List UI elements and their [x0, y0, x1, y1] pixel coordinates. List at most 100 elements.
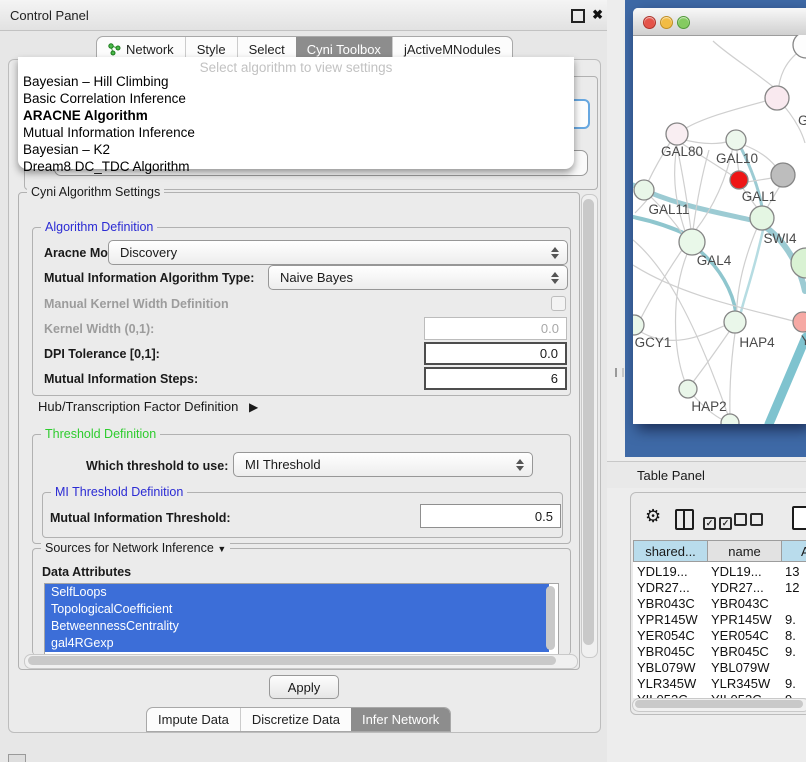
algorithm-definition-title: Algorithm Definition — [41, 220, 157, 234]
mi-steps-label: Mutual Information Steps: — [44, 372, 198, 386]
table-row[interactable]: YPR145W YPR145W 9. — [633, 612, 806, 628]
minimize-traffic-icon[interactable] — [660, 16, 673, 29]
mi-threshold-label: Mutual Information Threshold: — [50, 511, 231, 525]
close-traffic-icon[interactable] — [643, 16, 656, 29]
cell-name: YBR045C — [711, 644, 769, 659]
network-canvas[interactable]: GAL GAL80 GAL10 GAL1 GAL11 SWI4 GAL4 GCY… — [633, 35, 806, 424]
column-header-shared[interactable]: shared... — [633, 540, 708, 562]
network-window-titlebar[interactable] — [633, 8, 806, 36]
list-item[interactable]: BetweennessCentrality — [45, 618, 549, 635]
list-item[interactable]: gal4RGexp — [45, 635, 549, 652]
table-row[interactable]: YER054C YER054C 8. — [633, 628, 806, 644]
aracne-mode-value: Discovery — [120, 245, 177, 260]
node-label: GAL — [798, 113, 806, 128]
bottom-tabbar: Impute Data Discretize Data Infer Networ… — [146, 707, 451, 732]
node-gcy1[interactable] — [633, 315, 644, 335]
kernel-width-input: 0.0 — [424, 317, 567, 340]
tab-style-label: Style — [197, 42, 226, 57]
cell-name: YDL19... — [711, 564, 762, 579]
apply-button[interactable]: Apply — [269, 675, 339, 699]
deselect-all-columns-icon[interactable] — [734, 513, 766, 531]
column-header-third[interactable]: A — [781, 540, 806, 562]
cell-name: YPR145W — [711, 612, 772, 627]
node-gal11[interactable] — [634, 180, 654, 200]
chevron-down-icon: ▼ — [217, 544, 226, 554]
node-gal1[interactable] — [750, 206, 774, 230]
node-hap2[interactable] — [679, 380, 697, 398]
node-gal80[interactable] — [666, 123, 688, 145]
settings-hscrollbar-track[interactable] — [24, 654, 578, 669]
hub-definition-toggle[interactable]: Hub/Transcription Factor Definition ▶ — [38, 399, 258, 414]
tab-impute-data[interactable]: Impute Data — [147, 708, 240, 731]
which-threshold-label: Which threshold to use: — [86, 459, 228, 473]
tab-infer-network-label: Infer Network — [362, 712, 439, 727]
node-swi4[interactable] — [791, 248, 806, 278]
close-icon[interactable]: ✖ — [592, 7, 603, 23]
settings-vscrollbar-track[interactable] — [581, 194, 598, 658]
settings-vscrollbar-thumb[interactable] — [583, 199, 594, 645]
column-header-shared-label: shared... — [645, 544, 696, 559]
hub-definition-label: Hub/Transcription Factor Definition — [38, 399, 238, 414]
table-row[interactable]: YDR27... YDR27... 12 — [633, 580, 806, 596]
table-row[interactable]: YDL19... YDL19... 13 — [633, 564, 806, 580]
tab-infer-network[interactable]: Infer Network — [351, 708, 450, 731]
dropdown-item[interactable]: Mutual Information Inference — [23, 125, 195, 140]
select-all-columns-icon[interactable]: ✓✓ — [703, 513, 735, 531]
zoom-traffic-icon[interactable] — [677, 16, 690, 29]
column-view-icon[interactable] — [675, 509, 694, 530]
settings-hscrollbar-thumb[interactable] — [28, 656, 556, 665]
node-gal4[interactable] — [679, 229, 705, 255]
node-label: HAP4 — [739, 335, 775, 350]
mi-steps-input[interactable]: 6 — [424, 367, 567, 390]
dropdown-item[interactable]: Bayesian – K2 — [23, 142, 110, 157]
screen: Control Panel ✖ Network Style Select Cyn… — [0, 0, 806, 762]
node-red-selected[interactable] — [730, 171, 748, 189]
gear-icon[interactable]: ⚙ — [645, 506, 661, 527]
dropdown-item[interactable]: Basic Correlation Inference — [23, 91, 186, 106]
float-window-icon[interactable] — [571, 9, 585, 23]
sources-title[interactable]: Sources for Network Inference ▼ — [41, 541, 230, 555]
node-hap4[interactable] — [724, 311, 746, 333]
network-labels: GAL GAL80 GAL10 GAL1 GAL11 SWI4 GAL4 GCY… — [635, 113, 806, 414]
node-gray[interactable] — [771, 163, 795, 187]
stepper-icon — [551, 272, 559, 284]
aracne-mode-select[interactable]: Discovery — [108, 240, 568, 265]
node[interactable] — [721, 414, 739, 424]
node-gal10[interactable] — [726, 130, 746, 150]
cell-name: YBL079W — [711, 660, 770, 675]
list-scrollbar[interactable] — [546, 586, 555, 650]
table-row[interactable]: YBL079W YBL079W — [633, 660, 806, 676]
table-row[interactable]: YBR045C YBR045C 9. — [633, 644, 806, 660]
table-hscrollbar-thumb[interactable] — [635, 700, 803, 708]
list-item[interactable]: TopologicalCoefficient — [45, 601, 549, 618]
dropdown-item-selected[interactable]: ARACNE Algorithm — [23, 108, 148, 123]
list-item[interactable]: SelfLoops — [45, 584, 549, 601]
mi-threshold-input[interactable]: 0.5 — [420, 504, 561, 528]
panel-splitter-handle[interactable] — [615, 368, 624, 377]
mi-type-select[interactable]: Naive Bayes — [268, 265, 568, 290]
dropdown-item[interactable]: Dream8 DC_TDC Algorithm — [23, 159, 190, 174]
column-header-name[interactable]: name — [707, 540, 782, 562]
network-nodes[interactable] — [633, 35, 806, 424]
dock-panel-icon[interactable] — [8, 754, 26, 762]
cell-shared: YBR045C — [637, 644, 695, 659]
node-y-clipped[interactable] — [793, 312, 806, 332]
cell-value: 12 — [785, 580, 799, 595]
chevron-right-icon: ▶ — [249, 400, 258, 414]
manual-kernel-checkbox[interactable] — [551, 296, 566, 311]
dropdown-item[interactable]: Bayesian – Hill Climbing — [23, 74, 169, 89]
document-icon[interactable] — [792, 506, 806, 530]
mi-type-value: Naive Bayes — [280, 270, 353, 285]
dpi-tolerance-input[interactable]: 0.0 — [424, 342, 567, 365]
which-threshold-select[interactable]: MI Threshold — [233, 452, 533, 477]
table-row[interactable]: YLR345W YLR345W 9. — [633, 676, 806, 692]
cell-shared: YDR27... — [637, 580, 690, 595]
cell-name: YLR345W — [711, 676, 770, 691]
tab-discretize-data[interactable]: Discretize Data — [240, 708, 351, 731]
table-hscrollbar-track[interactable] — [632, 698, 806, 712]
node-gal-clipped[interactable] — [765, 86, 789, 110]
cell-shared: YBL079W — [637, 660, 696, 675]
tab-select-label: Select — [249, 42, 285, 57]
table-row[interactable]: YBR043C YBR043C — [633, 596, 806, 612]
apply-button-label: Apply — [288, 680, 321, 695]
